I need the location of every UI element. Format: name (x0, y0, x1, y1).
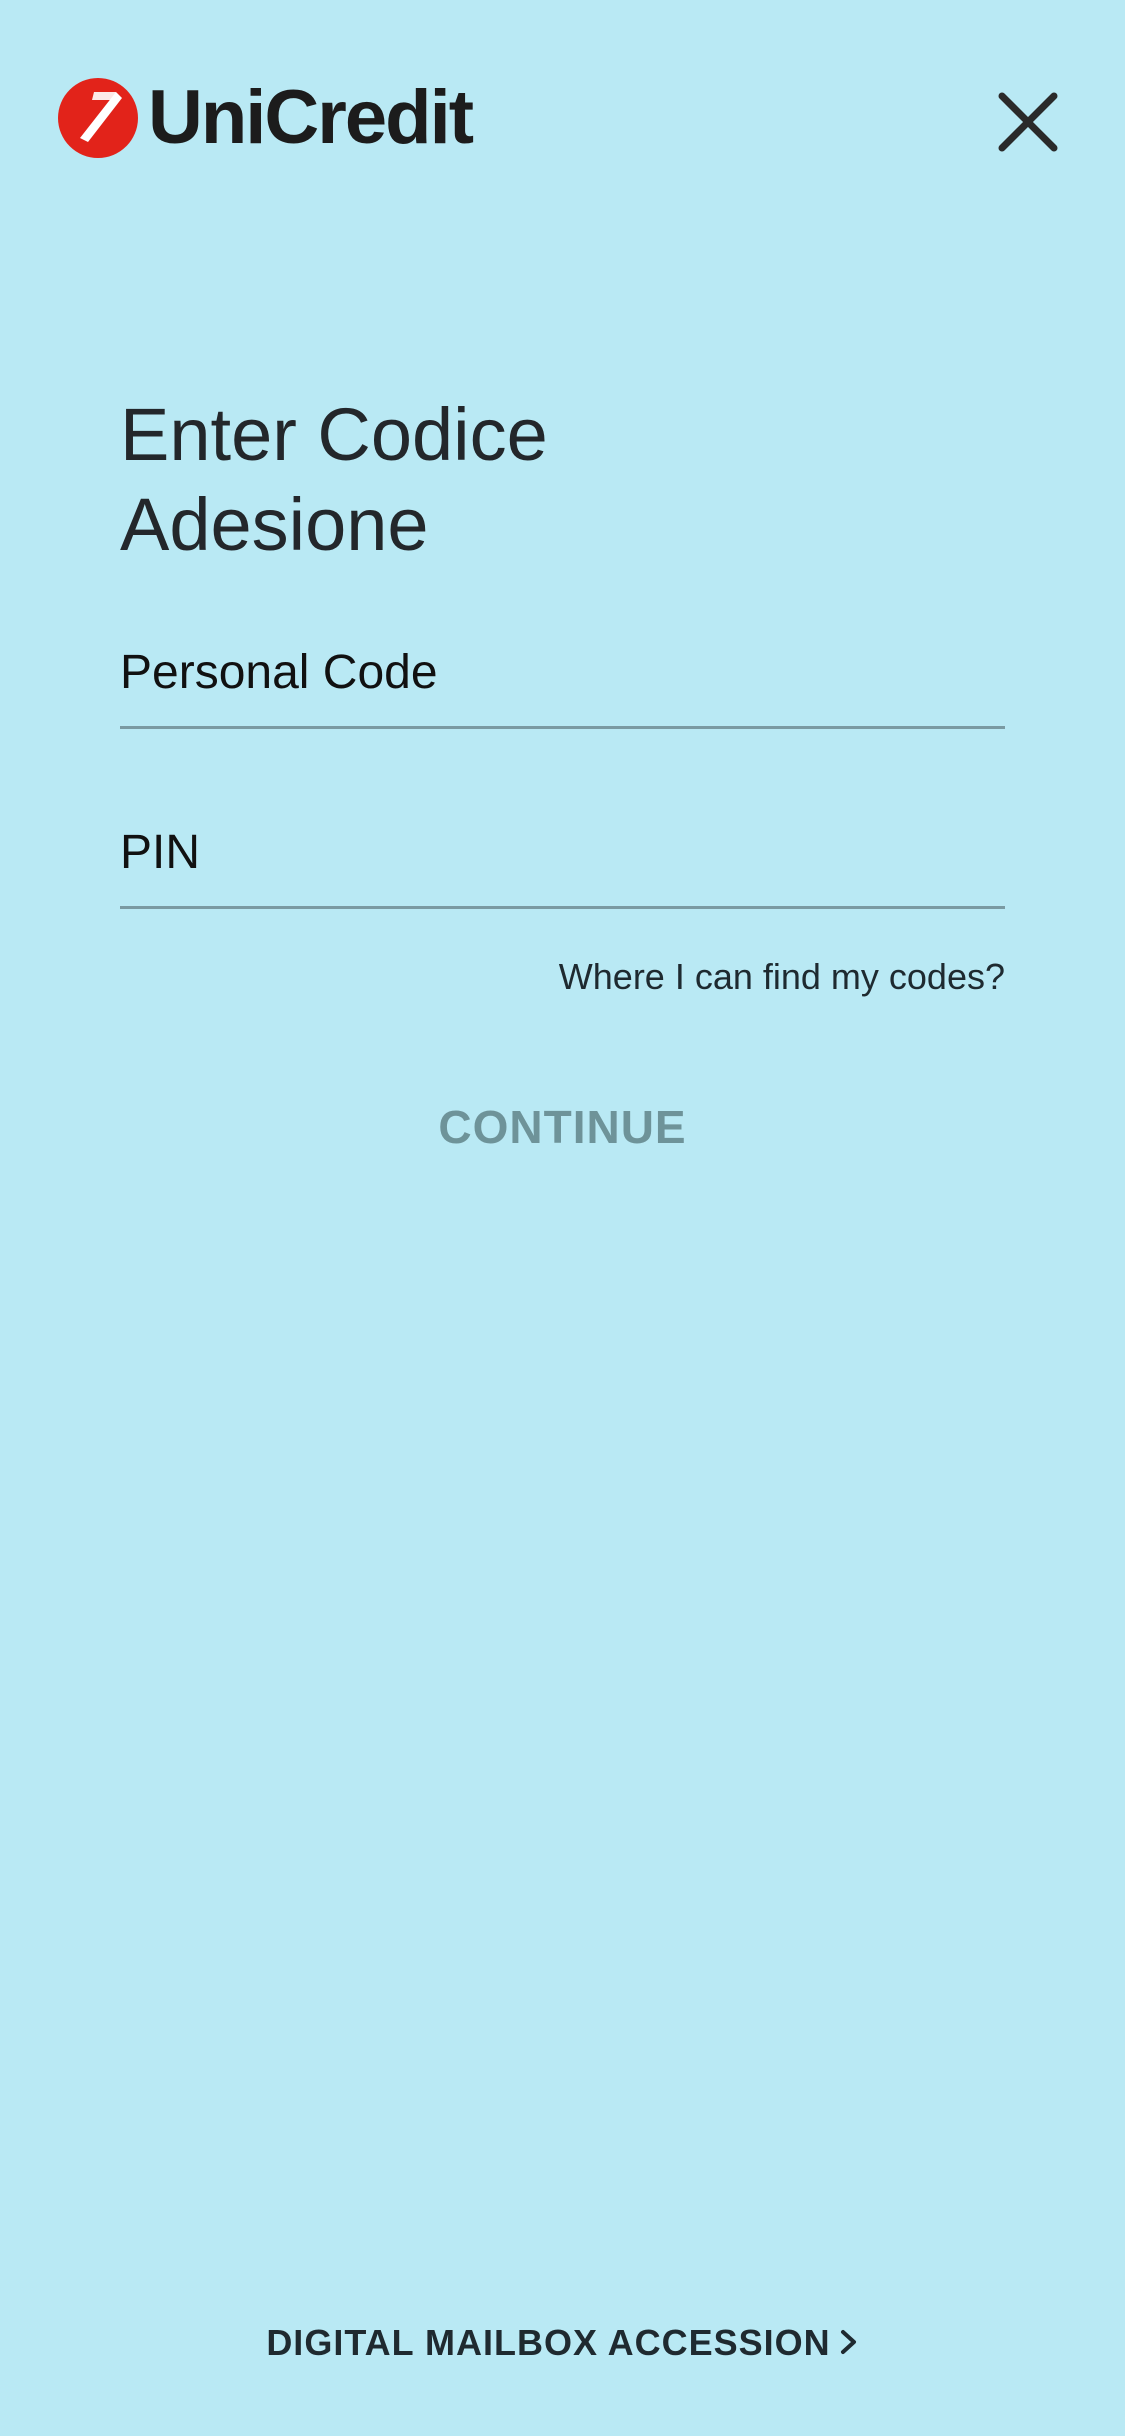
digital-mailbox-accession-link[interactable]: DIGITAL MAILBOX ACCESSION (0, 2322, 1125, 2366)
page-title: Enter Codice Adesione (120, 393, 548, 566)
pin-field[interactable]: PIN (120, 816, 1005, 909)
personal-code-input[interactable] (120, 636, 1005, 726)
pin-input[interactable] (120, 816, 1005, 906)
find-codes-link[interactable]: Where I can find my codes? (559, 956, 1005, 998)
chevron-right-icon (839, 2324, 859, 2366)
close-button[interactable] (992, 86, 1064, 158)
brand-name: UniCredit (148, 75, 474, 160)
continue-button[interactable]: CONTINUE (0, 1090, 1125, 1164)
digital-mailbox-accession-label: DIGITAL MAILBOX ACCESSION (266, 2322, 831, 2363)
personal-code-field[interactable]: Personal Code (120, 636, 1005, 729)
unicredit-logo-mark-icon (58, 78, 138, 158)
unicredit-logo: UniCredit (58, 75, 474, 160)
header: UniCredit (0, 0, 1125, 220)
close-icon (998, 92, 1058, 152)
